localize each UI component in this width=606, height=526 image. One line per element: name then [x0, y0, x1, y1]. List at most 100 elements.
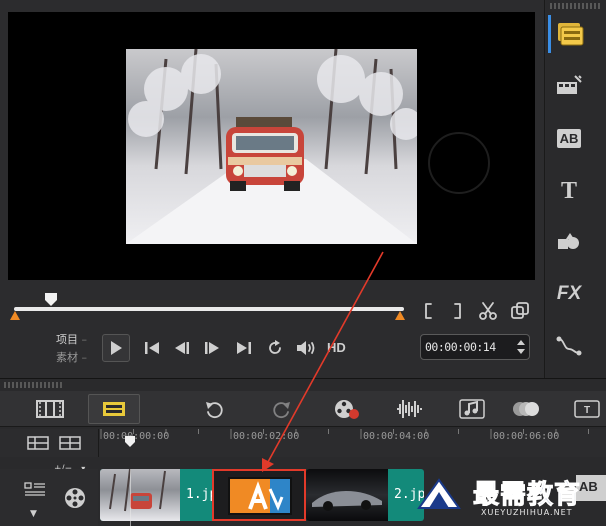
motion-tracking-button[interactable]	[508, 396, 544, 422]
timeline-playhead[interactable]	[125, 433, 135, 447]
timeline-toolbar: T	[0, 391, 606, 427]
auto-music-button[interactable]	[455, 396, 489, 422]
storyboard-view-button[interactable]	[30, 397, 70, 421]
scissors-icon	[479, 302, 497, 320]
graphic-button[interactable]	[551, 226, 587, 258]
path-button[interactable]	[551, 330, 587, 362]
music-note-icon	[459, 399, 485, 419]
subtitle-editor-button[interactable]: T	[572, 397, 602, 421]
export-frame-button[interactable]	[509, 300, 531, 322]
track-visibility-button[interactable]	[22, 479, 48, 499]
hd-button[interactable]: HD	[327, 340, 346, 355]
video-track-icon-button[interactable]	[62, 485, 88, 511]
copy-icon	[511, 302, 529, 319]
repeat-icon	[269, 340, 281, 354]
library-sidebar: AB T FX	[546, 0, 606, 378]
timeline-grip	[4, 382, 64, 388]
motion-circles-icon	[513, 402, 539, 416]
mode-clip[interactable]: 素材 –	[56, 349, 87, 365]
watermark-subtext: XUEYUZHIHUA.NET	[481, 508, 573, 517]
speaker-icon	[297, 341, 315, 355]
media-library-button[interactable]	[548, 15, 588, 53]
track-header-controls	[0, 429, 98, 457]
fx-icon: FX	[556, 283, 582, 304]
skip-end-icon	[237, 342, 251, 354]
audio-wave-icon	[397, 400, 422, 418]
mark-out-button[interactable]	[450, 300, 466, 322]
sidebar-grip	[550, 3, 600, 9]
watermark: 最需教育 XUEYUZHIHUA.NET	[415, 470, 605, 524]
volume-button[interactable]	[294, 337, 318, 359]
scrubber-track[interactable]	[14, 307, 404, 311]
playhead-handle[interactable]	[45, 292, 57, 306]
timeline-tracks-icon	[103, 402, 125, 416]
step-back-icon	[175, 342, 189, 354]
svg-text:T: T	[584, 405, 590, 416]
repeat-button[interactable]	[264, 337, 286, 359]
mode-project[interactable]: 项目 –	[56, 331, 87, 347]
redo-button[interactable]	[268, 397, 296, 421]
preview-canvas	[8, 12, 535, 280]
filter-button[interactable]: FX	[551, 278, 587, 310]
instant-project-button[interactable]	[551, 70, 587, 100]
timeline-view-button[interactable]	[88, 394, 140, 424]
transition-button[interactable]: AB	[551, 122, 587, 154]
play-button[interactable]	[102, 334, 130, 362]
media-folder-icon	[557, 23, 583, 46]
split-clip-button[interactable]	[477, 300, 499, 322]
go-to-start-button[interactable]	[142, 338, 162, 358]
playhead-line	[130, 469, 131, 526]
skip-start-icon	[145, 342, 159, 354]
undo-icon	[206, 402, 223, 419]
timeline-ruler[interactable]: 00:00:00:00 00:00:02:00 00:00:04:00 00:0…	[98, 429, 606, 457]
redo-icon	[273, 402, 290, 419]
watermark-logo	[417, 478, 461, 509]
track-manager-button[interactable]	[26, 434, 50, 452]
transition-thumbnail	[228, 477, 292, 515]
timecode-field[interactable]: 00:00:00:14	[420, 334, 530, 360]
sound-mixer-button[interactable]	[392, 396, 428, 422]
go-to-end-button[interactable]	[234, 338, 254, 358]
title-icon: T	[560, 177, 577, 204]
hd-label: HD	[327, 340, 346, 355]
transition-clip[interactable]	[212, 469, 306, 521]
title-button[interactable]: T	[551, 175, 587, 207]
mark-in-button[interactable]	[420, 300, 436, 322]
next-frame-button[interactable]	[202, 338, 222, 358]
undo-button[interactable]	[200, 397, 228, 421]
mode-clip-label: 素材	[56, 351, 78, 364]
graphic-shapes-icon	[558, 233, 579, 249]
zoom-control[interactable]: +/− ▾	[54, 456, 98, 474]
ruler-label-1: 00:00:02:00	[233, 431, 300, 442]
preview-panel: 项目 – 素材 – HD 00:00:00:14	[0, 0, 545, 378]
chapter-icon	[59, 436, 81, 450]
previous-frame-button[interactable]	[172, 338, 192, 358]
ruler-label-2: 00:00:04:00	[363, 431, 430, 442]
clip-2-thumbnail	[306, 469, 388, 521]
ruler-label-3: 00:00:06:00	[493, 431, 560, 442]
reel-record-icon	[335, 400, 359, 419]
play-icon	[111, 341, 122, 355]
chapter-point-button[interactable]	[58, 434, 82, 452]
track-list-icon	[24, 482, 45, 496]
track-expand-icon[interactable]: ▼	[30, 509, 37, 519]
clip-1[interactable]: 1.jpg	[100, 469, 228, 521]
film-reel-icon	[65, 488, 85, 508]
stepper-arrows-icon[interactable]	[516, 338, 526, 356]
clip-1-thumbnail	[100, 469, 180, 521]
snow-bus-illustration	[126, 49, 417, 244]
ruler-label-0: 00:00:00:00	[103, 431, 170, 442]
watermark-text: 最需教育	[472, 480, 582, 511]
video-track-header: ▼	[0, 469, 98, 526]
step-forward-icon	[205, 342, 219, 354]
subtitle-icon: T	[574, 400, 600, 418]
trim-in-marker[interactable]	[10, 311, 20, 320]
trim-out-marker[interactable]	[395, 311, 405, 320]
jog-circle[interactable]	[428, 132, 490, 194]
record-capture-button[interactable]	[330, 396, 364, 422]
mode-project-label: 项目	[56, 333, 78, 346]
clip-2[interactable]: 2.jpg	[306, 469, 424, 521]
motion-path-icon	[556, 336, 582, 356]
preview-image	[126, 49, 417, 244]
tracks-icon	[27, 436, 49, 450]
